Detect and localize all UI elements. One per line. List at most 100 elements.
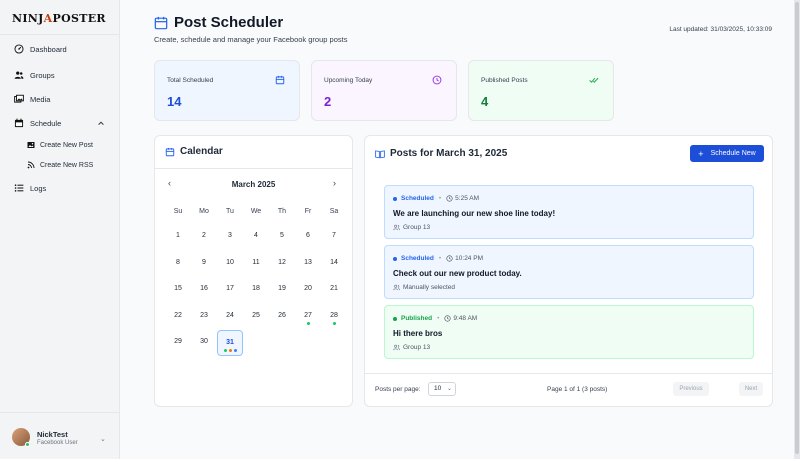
post-card[interactable]: Published • 9:48 AM Hi there bros Group 13 bbox=[384, 305, 754, 359]
post-card[interactable]: Scheduled • 5:25 AM We are launching our ne… bbox=[384, 185, 754, 239]
plus-icon: + bbox=[698, 148, 704, 159]
status-dot bbox=[393, 256, 397, 261]
chevron-up-icon[interactable] bbox=[97, 119, 105, 127]
calendar-day[interactable]: 10 bbox=[217, 251, 243, 277]
calendar-day[interactable]: 11 bbox=[243, 251, 269, 277]
scrollbar[interactable] bbox=[794, 0, 800, 459]
page-title: Post Scheduler bbox=[174, 14, 284, 31]
status-badge: Scheduled bbox=[401, 195, 434, 202]
calendar-day[interactable]: 18 bbox=[243, 277, 269, 303]
sidebar-subitem-label: Create New Post bbox=[40, 141, 93, 149]
calendar-day-number: 29 bbox=[174, 338, 182, 345]
calendar-day[interactable]: 30 bbox=[191, 330, 217, 356]
calendar-day[interactable]: 21 bbox=[321, 277, 347, 303]
calendar-day[interactable]: 3 bbox=[217, 224, 243, 250]
calendar-day-number: 15 bbox=[174, 285, 182, 292]
calendar-day[interactable]: 7 bbox=[321, 224, 347, 250]
calendar-day-number: 11 bbox=[252, 258, 260, 266]
clock-icon bbox=[446, 255, 453, 262]
status-badge: Scheduled bbox=[401, 255, 434, 262]
post-status: Scheduled • 5:25 AM bbox=[393, 195, 479, 202]
sidebar-item-logs[interactable]: Logs bbox=[14, 183, 46, 193]
calendar-day[interactable]: 4 bbox=[243, 224, 269, 250]
calendar-day-number: 4 bbox=[254, 232, 258, 239]
calendar-day-number: 25 bbox=[252, 311, 260, 319]
calendar-day-number: 27 bbox=[304, 311, 312, 319]
weekday-label: We bbox=[250, 208, 262, 215]
pagination-divider bbox=[365, 373, 772, 374]
calendar-day[interactable]: 9 bbox=[191, 251, 217, 277]
calendar-day-number: 24 bbox=[226, 311, 234, 319]
calendar-day[interactable]: 20 bbox=[295, 277, 321, 303]
calendar-day[interactable]: 23 bbox=[191, 304, 217, 330]
calendar-day[interactable]: 1 bbox=[165, 224, 191, 250]
post-status: Published • 9:48 AM bbox=[393, 315, 477, 322]
calendar-day[interactable]: 2 bbox=[191, 224, 217, 250]
calendar-day[interactable]: 16 bbox=[191, 277, 217, 303]
sidebar: NINJAPOSTER Dashboard Groups Media Sched… bbox=[0, 0, 120, 459]
previous-page-button[interactable]: Previous bbox=[673, 382, 709, 396]
sidebar-item-dashboard[interactable]: Dashboard bbox=[14, 44, 67, 54]
posts-panel-title: Posts for March 31, 2025 bbox=[375, 148, 507, 159]
sidebar-item-groups[interactable]: Groups bbox=[14, 70, 55, 80]
calendar-day[interactable]: 28 bbox=[321, 304, 347, 330]
calendar-icon bbox=[154, 16, 168, 29]
stat-label: Published Posts bbox=[481, 77, 528, 84]
post-indicator-dot bbox=[233, 349, 237, 352]
calendar-day[interactable]: 15 bbox=[165, 277, 191, 303]
post-card[interactable]: Scheduled • 10:24 PM Check out our new prod… bbox=[384, 245, 754, 299]
per-page-select[interactable]: 10 ⌄ bbox=[428, 382, 456, 396]
post-status: Scheduled • 10:24 PM bbox=[393, 255, 483, 262]
calendar-day[interactable]: 25 bbox=[243, 304, 269, 330]
sidebar-subitem-create-post[interactable]: Create New Post bbox=[27, 141, 93, 149]
separator-dot: • bbox=[437, 315, 440, 322]
calendar-day[interactable]: 14 bbox=[321, 251, 347, 277]
schedule-new-button[interactable]: + Schedule New bbox=[690, 145, 764, 162]
post-indicator-dot bbox=[306, 321, 310, 325]
calendar-day-number: 16 bbox=[200, 285, 208, 292]
calendar-month: March 2025 bbox=[231, 180, 276, 189]
calendar-day[interactable]: 26 bbox=[269, 304, 295, 330]
calendar-day[interactable]: 6 bbox=[295, 224, 321, 250]
calendar-day[interactable]: 22 bbox=[165, 304, 191, 330]
calendar-day-number: 3 bbox=[228, 232, 232, 239]
chevron-down-icon[interactable]: ⌄ bbox=[100, 435, 106, 443]
page-subtitle: Create, schedule and manage your Faceboo… bbox=[154, 35, 348, 44]
calendar-day[interactable]: 24 bbox=[217, 304, 243, 330]
calendar-day-number: 14 bbox=[330, 258, 338, 266]
calendar-day[interactable]: 12 bbox=[269, 251, 295, 277]
calendar-day-number: 17 bbox=[226, 285, 234, 292]
calendar-day-number: 19 bbox=[278, 285, 286, 292]
calendar-day[interactable]: 17 bbox=[217, 277, 243, 303]
stat-card-total-scheduled: Total Scheduled 14 bbox=[154, 60, 300, 121]
calendar-day-number: 28 bbox=[330, 311, 338, 319]
calendar-day[interactable]: 5 bbox=[269, 224, 295, 250]
posts-panel: Posts for March 31, 2025 + Schedule New S… bbox=[364, 135, 773, 407]
sidebar-divider bbox=[0, 34, 120, 35]
users-icon bbox=[393, 224, 400, 231]
calendar-icon bbox=[275, 75, 285, 85]
calendar-day-number: 7 bbox=[332, 232, 336, 239]
user-profile[interactable]: NickTest Facebook User ⌄ bbox=[0, 412, 120, 459]
calendar-divider bbox=[155, 168, 352, 169]
calendar-day-number: 10 bbox=[226, 258, 234, 266]
sidebar-item-schedule[interactable]: Schedule bbox=[14, 118, 61, 128]
calendar-day[interactable]: 27 bbox=[295, 304, 321, 330]
clock-icon bbox=[432, 75, 442, 85]
next-month-button[interactable]: › bbox=[333, 178, 336, 188]
brand-logo[interactable]: NINJAPOSTER bbox=[12, 10, 106, 26]
calendar-day[interactable]: 19 bbox=[269, 277, 295, 303]
post-text: Hi there bros bbox=[393, 329, 443, 338]
next-page-button[interactable]: Next bbox=[739, 382, 763, 396]
calendar-day-number: 8 bbox=[176, 258, 180, 266]
calendar-day[interactable]: 31 bbox=[217, 330, 243, 356]
calendar-day[interactable]: 8 bbox=[165, 251, 191, 277]
calendar-day[interactable]: 29 bbox=[165, 330, 191, 356]
stat-value: 4 bbox=[481, 94, 489, 109]
sidebar-subitem-create-rss[interactable]: Create New RSS bbox=[27, 161, 93, 169]
chevron-down-icon: ⌄ bbox=[446, 386, 452, 392]
calendar-day[interactable]: 13 bbox=[295, 251, 321, 277]
sidebar-item-media[interactable]: Media bbox=[14, 94, 50, 104]
scrollbar-thumb[interactable] bbox=[795, 2, 799, 454]
calendar-day-number: 2 bbox=[202, 232, 206, 239]
